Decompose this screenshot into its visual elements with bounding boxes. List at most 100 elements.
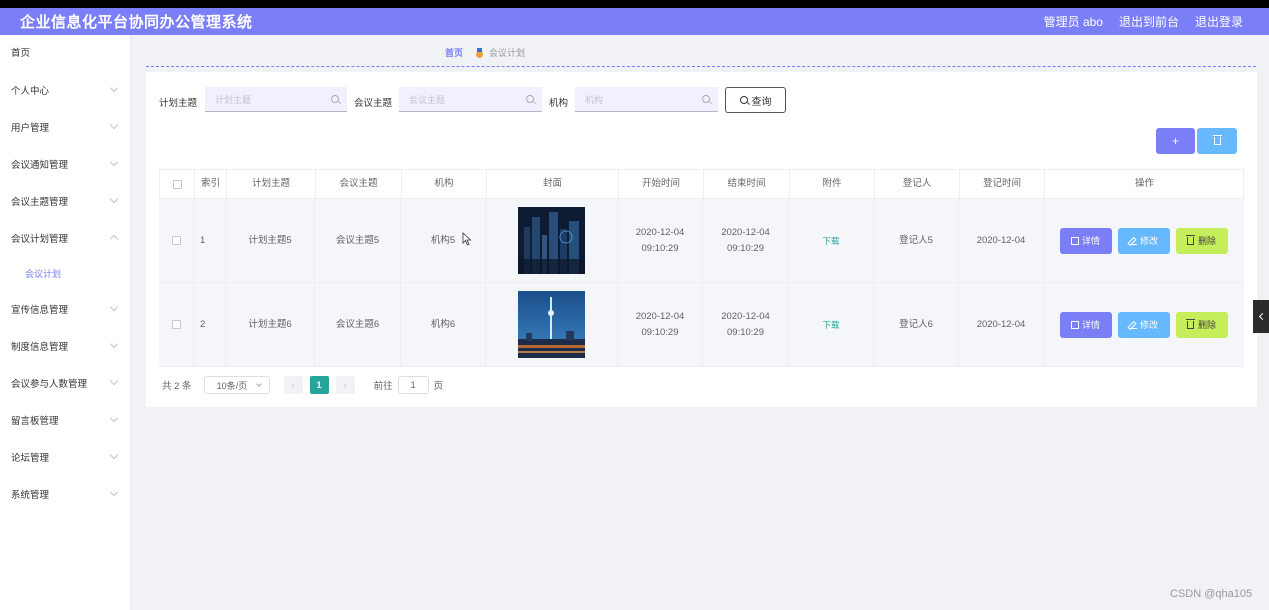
page-size-select[interactable]: 10条/页: [203, 376, 270, 394]
col-plan-topic: 计划主题: [227, 170, 316, 198]
cell-reg-date: 2020-12-04: [959, 283, 1044, 366]
document-icon: [1070, 320, 1079, 329]
org-label: 机构: [549, 98, 569, 109]
sidebar-item-user-management[interactable]: 用户管理: [0, 117, 131, 137]
sidebar: 首页 个人中心 用户管理 会议通知管理 会议主题管理 会议计划管理 会议计划 宣…: [0, 35, 131, 610]
cell-meeting-topic: 会议主题5: [315, 199, 401, 282]
chevron-down-icon: [109, 487, 119, 497]
cell-start-time: 2020-12-04 09:10:29: [618, 283, 703, 366]
sidebar-item-message-board[interactable]: 留言板管理: [0, 410, 131, 430]
col-cover: 封面: [487, 170, 619, 198]
search-icon: [702, 95, 710, 103]
table-row: 2 计划主题6 会议主题6 机构6 2020-12-04 09:10:29 20…: [159, 283, 1244, 367]
logout-link[interactable]: 退出登录: [1195, 13, 1243, 30]
cell-plan-topic: 计划主题6: [226, 283, 315, 366]
chevron-down-icon: [109, 450, 119, 460]
document-icon: [1070, 236, 1079, 245]
sidebar-item-attendance[interactable]: 会议参与人数管理: [0, 373, 131, 393]
cover-image-tv-tower: [518, 291, 585, 358]
select-all-checkbox[interactable]: [172, 179, 182, 189]
trash-icon: [1185, 234, 1195, 245]
goto-label: 前往: [373, 381, 393, 392]
chevron-up-icon: [109, 234, 119, 244]
cell-org: 机构6: [401, 283, 486, 366]
page-number-1[interactable]: 1: [309, 376, 329, 394]
window-top-strip: [0, 0, 1269, 8]
download-link[interactable]: 下载: [822, 317, 839, 333]
cell-index: 1: [194, 199, 226, 282]
chevron-down-icon: [109, 194, 119, 204]
plan-topic-input[interactable]: 计划主题: [205, 87, 347, 112]
cell-registrant: 登记人6: [874, 283, 959, 366]
row-checkbox[interactable]: [171, 236, 181, 245]
col-meeting-topic: 会议主题: [316, 170, 402, 198]
divider: [146, 66, 1256, 67]
chevron-down-icon: [109, 339, 119, 349]
mouse-cursor-icon: [462, 232, 472, 246]
row-checkbox[interactable]: [171, 320, 181, 329]
exit-to-front-link[interactable]: 退出到前台: [1119, 13, 1179, 30]
edit-button[interactable]: 修改: [1117, 227, 1170, 254]
chevron-left-icon: [1258, 312, 1266, 321]
meeting-topic-input[interactable]: 会议主题: [399, 87, 542, 112]
sidebar-item-personal-center[interactable]: 个人中心: [0, 80, 131, 100]
meeting-topic-label: 会议主题: [354, 98, 393, 109]
trash-icon: [1212, 135, 1222, 145]
detail-button[interactable]: 详情: [1059, 311, 1112, 338]
sidebar-item-meeting-topic[interactable]: 会议主题管理: [0, 191, 131, 211]
cell-reg-date: 2020-12-04: [959, 199, 1044, 282]
search-icon: [331, 95, 339, 103]
cell-start-time: 2020-12-04 09:10:29: [618, 199, 703, 282]
chevron-down-icon: [109, 413, 119, 423]
pen-icon: [1128, 321, 1137, 329]
cell-meeting-topic: 会议主题6: [315, 283, 401, 366]
next-page-button[interactable]: ›: [335, 376, 355, 394]
goto-page-input[interactable]: 1: [397, 376, 429, 394]
download-link[interactable]: 下载: [822, 233, 839, 249]
sidebar-item-home[interactable]: 首页: [0, 42, 131, 62]
delete-button[interactable]: 删除: [1175, 227, 1228, 254]
chevron-down-icon: [109, 302, 119, 312]
cell-registrant: 登记人5: [874, 199, 959, 282]
chevron-down-icon: [109, 83, 119, 93]
sidebar-item-regulation[interactable]: 制度信息管理: [0, 336, 131, 356]
pagination-total: 共 2 条: [162, 381, 192, 392]
medal-icon: [475, 47, 484, 58]
col-index: 索引: [195, 170, 227, 198]
edit-button[interactable]: 修改: [1117, 311, 1170, 338]
breadcrumb-home[interactable]: 首页: [445, 46, 463, 59]
add-button[interactable]: +: [1156, 128, 1195, 154]
search-icon: [526, 95, 534, 103]
chevron-down-icon: [255, 381, 262, 387]
batch-delete-button[interactable]: [1197, 128, 1237, 154]
search-button[interactable]: 查询: [725, 87, 786, 113]
collapse-panel-button[interactable]: [1253, 300, 1269, 333]
plan-topic-label: 计划主题: [159, 98, 198, 109]
cell-plan-topic: 计划主题5: [226, 199, 315, 282]
delete-button[interactable]: 删除: [1175, 311, 1228, 338]
cell-index: 2: [194, 283, 226, 366]
breadcrumb-current: 会议计划: [489, 48, 526, 58]
org-input[interactable]: 机构: [575, 87, 718, 112]
sidebar-subitem-meeting-plan[interactable]: 会议计划: [0, 263, 131, 283]
sidebar-item-publicity[interactable]: 宣传信息管理: [0, 299, 131, 319]
table-row: 1 计划主题5 会议主题5 机构5 2020-12-04 09:10:29 20…: [159, 199, 1244, 283]
sidebar-item-system[interactable]: 系统管理: [0, 484, 131, 504]
content-card: 计划主题 计划主题 会议主题 会议主题 机构 机构 查询 + 索引 计划主题 会…: [146, 72, 1257, 407]
chevron-down-icon: [109, 120, 119, 130]
col-registrant: 登记人: [875, 170, 960, 198]
col-reg-date: 登记时间: [960, 170, 1045, 198]
admin-user: 管理员 abo: [1043, 15, 1103, 29]
detail-button[interactable]: 详情: [1059, 227, 1112, 254]
pen-icon: [1128, 237, 1137, 245]
sidebar-item-meeting-plan[interactable]: 会议计划管理: [0, 228, 131, 248]
col-end-time: 结束时间: [704, 170, 790, 198]
cover-image-city-night: [518, 207, 585, 274]
sidebar-item-forum[interactable]: 论坛管理: [0, 447, 131, 467]
cell-org: 机构5: [401, 199, 486, 282]
trash-icon: [1185, 318, 1195, 329]
watermark: CSDN @qha105: [1170, 588, 1253, 600]
prev-page-button[interactable]: ‹: [283, 376, 303, 394]
app-header: 企业信息化平台协同办公管理系统 管理员 abo 退出到前台 退出登录: [0, 8, 1269, 35]
sidebar-item-meeting-notice[interactable]: 会议通知管理: [0, 154, 131, 174]
